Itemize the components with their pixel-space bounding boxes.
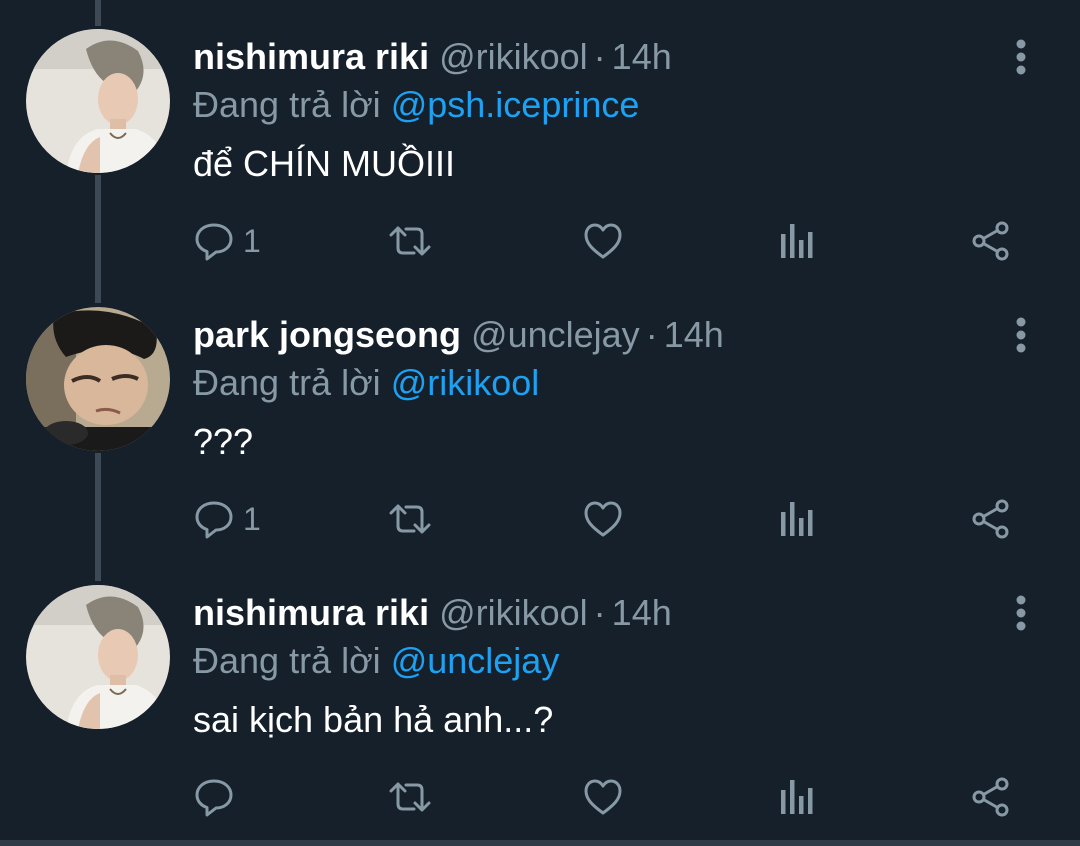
bottom-divider (0, 840, 1080, 846)
tweet-header: park jongseong @unclejay · 14h (193, 310, 724, 360)
retweet-icon (387, 220, 433, 262)
like-button[interactable] (582, 494, 624, 544)
like-icon (582, 220, 624, 262)
analytics-button[interactable] (778, 494, 816, 544)
reply-mention-link[interactable]: @rikikool (391, 362, 540, 403)
like-button[interactable] (582, 216, 624, 266)
tweet-item[interactable]: nishimura riki @rikikool · 14h Đang trả lờ… (0, 556, 1080, 834)
reply-mention-link[interactable]: @psh.iceprince (391, 84, 640, 125)
share-icon (970, 498, 1012, 540)
more-options-icon[interactable] (1006, 316, 1036, 356)
analytics-button[interactable] (778, 772, 816, 822)
retweet-button[interactable] (387, 494, 433, 544)
reply-button[interactable]: 1 (193, 494, 261, 544)
avatar[interactable] (26, 307, 170, 451)
avatar[interactable] (26, 585, 170, 729)
display-name[interactable]: park jongseong (193, 314, 461, 355)
analytics-button[interactable] (778, 216, 816, 266)
share-icon (970, 220, 1012, 262)
separator-dot: · (593, 592, 606, 633)
reply-icon (193, 776, 235, 818)
retweet-icon (387, 498, 433, 540)
timestamp[interactable]: 14h (612, 592, 672, 633)
retweet-icon (387, 776, 433, 818)
tweet-text: để CHÍN MUỒIII (193, 143, 456, 184)
reply-prefix: Đang trả lời (193, 640, 381, 681)
tweet-item[interactable]: park jongseong @unclejay · 14h Đang trả lờ… (0, 278, 1080, 556)
tweet-text: sai kịch bản hả anh...? (193, 699, 554, 740)
separator-dot: · (645, 314, 658, 355)
reply-context: Đang trả lời @unclejay (193, 636, 559, 686)
timestamp[interactable]: 14h (612, 36, 672, 77)
reply-count: 1 (243, 222, 261, 259)
retweet-button[interactable] (387, 216, 433, 266)
share-icon (970, 776, 1012, 818)
analytics-icon (778, 498, 816, 540)
reply-context: Đang trả lời @rikikool (193, 358, 539, 408)
like-button[interactable] (582, 772, 624, 822)
avatar[interactable] (26, 29, 170, 173)
reply-count: 1 (243, 500, 261, 537)
reply-prefix: Đang trả lời (193, 84, 381, 125)
share-button[interactable] (970, 216, 1012, 266)
retweet-button[interactable] (387, 772, 433, 822)
tweet-actions: 1 (0, 216, 1080, 266)
more-options-icon[interactable] (1006, 594, 1036, 634)
reply-icon (193, 498, 235, 540)
analytics-icon (778, 776, 816, 818)
tweet-actions: 1 (0, 494, 1080, 544)
reply-button[interactable] (193, 772, 243, 822)
like-icon (582, 498, 624, 540)
reply-prefix: Đang trả lời (193, 362, 381, 403)
username-handle[interactable]: @rikikool (439, 36, 588, 77)
tweet-header: nishimura riki @rikikool · 14h (193, 588, 672, 638)
username-handle[interactable]: @unclejay (471, 314, 640, 355)
share-button[interactable] (970, 772, 1012, 822)
more-options-icon[interactable] (1006, 38, 1036, 78)
tweet-actions (0, 772, 1080, 822)
display-name[interactable]: nishimura riki (193, 36, 429, 77)
reply-context: Đang trả lời @psh.iceprince (193, 80, 639, 130)
share-button[interactable] (970, 494, 1012, 544)
reply-icon (193, 220, 235, 262)
reply-button[interactable]: 1 (193, 216, 261, 266)
reply-mention-link[interactable]: @unclejay (391, 640, 560, 681)
username-handle[interactable]: @rikikool (439, 592, 588, 633)
separator-dot: · (593, 36, 606, 77)
like-icon (582, 776, 624, 818)
tweet-text: ??? (193, 421, 254, 462)
analytics-icon (778, 220, 816, 262)
display-name[interactable]: nishimura riki (193, 592, 429, 633)
tweet-thread: nishimura riki @rikikool · 14h Đang trả lờ… (0, 0, 1080, 846)
tweet-header: nishimura riki @rikikool · 14h (193, 32, 672, 82)
tweet-item[interactable]: nishimura riki @rikikool · 14h Đang trả lờ… (0, 0, 1080, 278)
timestamp[interactable]: 14h (664, 314, 724, 355)
